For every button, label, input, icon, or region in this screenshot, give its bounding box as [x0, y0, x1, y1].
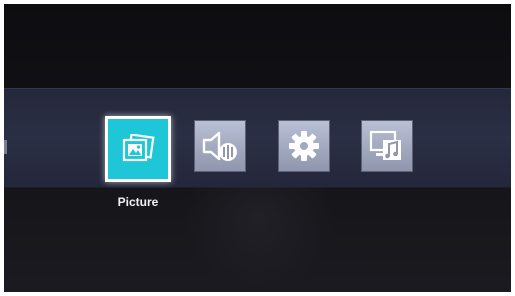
menu-item-media[interactable] — [361, 120, 413, 172]
picture-icon — [121, 134, 155, 164]
media-icon — [368, 129, 406, 163]
settings-gear-icon — [287, 129, 321, 163]
menu-item-settings[interactable] — [278, 120, 330, 172]
tv-screen: Picture — [4, 4, 511, 292]
scroll-left-indicator — [4, 140, 7, 154]
menu-item-sound[interactable] — [194, 120, 246, 172]
menu-bar — [4, 88, 511, 188]
selected-item-label: Picture — [117, 195, 159, 209]
screen-reflection — [184, 186, 334, 292]
menu-item-picture[interactable] — [105, 116, 171, 182]
sound-icon — [200, 128, 240, 164]
